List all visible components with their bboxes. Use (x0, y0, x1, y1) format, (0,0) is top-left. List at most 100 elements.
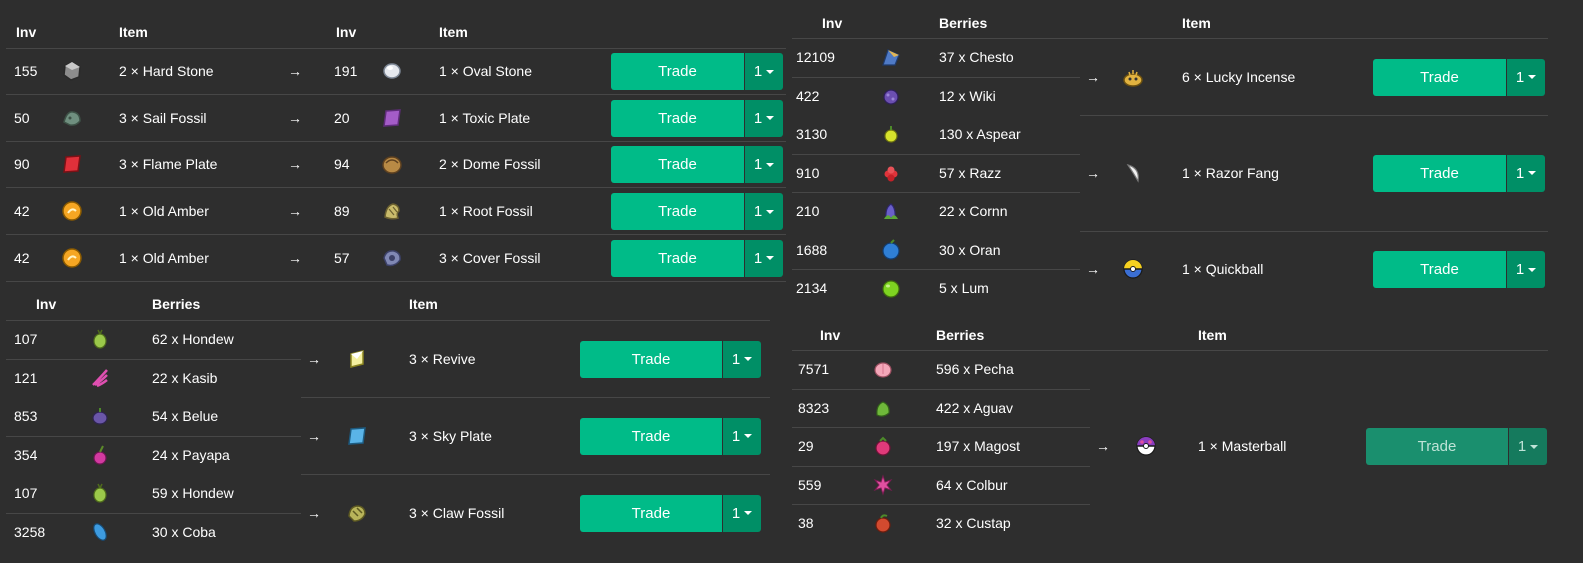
quantity-dropdown[interactable]: 1 (745, 239, 783, 277)
give-item: 2 × Hard Stone (119, 63, 214, 79)
result-item: 1 × Razor Fang (1182, 164, 1279, 181)
berry-trade-header-right-bottom: Inv Berries Item (792, 314, 1548, 351)
berry-name: 197 x Magost (936, 438, 1021, 455)
revive-icon (346, 320, 368, 397)
chesto-berry-icon (880, 38, 902, 77)
quantity-value: 1 (1515, 261, 1525, 278)
give-item: 1 × Old Amber (119, 203, 209, 220)
result-item: 3 × Sky Plate (409, 427, 492, 444)
header-inv-result: Inv (336, 24, 357, 40)
trade-button[interactable]: Trade (1373, 58, 1506, 96)
trade-button[interactable]: Trade (1373, 251, 1506, 288)
trade-button[interactable]: Trade (611, 239, 744, 277)
berry-name: 5 x Lum (939, 280, 989, 297)
berry-row: 121 22 x Kasib (6, 359, 301, 398)
inv-count: 50 (14, 109, 30, 126)
inv-count: 210 (796, 203, 820, 220)
get-item: 3 × Cover Fossil (439, 249, 541, 266)
lucky-incense-icon (1122, 38, 1144, 115)
arrow-icon: → (307, 350, 321, 367)
berry-name: 64 x Colbur (936, 476, 1008, 493)
inv-count: 1688 (796, 241, 828, 258)
inv-count: 422 (796, 87, 820, 104)
berry-name: 422 x Aguav (936, 399, 1014, 416)
berry-name: 32 x Custap (936, 515, 1011, 532)
inv-count: 3258 (14, 523, 46, 540)
quantity-dropdown[interactable]: 1 (1507, 58, 1545, 96)
item-trade-table: Inv Item Inv Item 155 2 × Hard Stone → 191 1… (6, 10, 786, 282)
inv-count: 910 (796, 164, 820, 181)
oval-stone-icon (381, 48, 403, 94)
trade-button[interactable]: Trade (580, 340, 722, 378)
quantity-dropdown[interactable]: 1 (723, 417, 761, 455)
dome-fossil-icon (381, 141, 403, 187)
caret-down-icon (766, 162, 775, 167)
quantity-dropdown[interactable]: 1 (1509, 428, 1547, 466)
caret-down-icon (766, 116, 775, 121)
inv-count: 107 (14, 331, 38, 348)
header-item: Item (1182, 15, 1211, 31)
trade-button[interactable]: Trade (611, 193, 744, 231)
inv-count: 559 (798, 476, 822, 493)
give-item: 3 × Flame Plate (119, 156, 218, 173)
caret-down-icon (744, 511, 753, 515)
caret-down-icon (766, 256, 775, 261)
berry-name: 24 x Payapa (152, 446, 230, 463)
trade-button[interactable]: Trade (611, 146, 744, 184)
inv-count: 121 (14, 369, 38, 386)
claw-fossil-icon (346, 474, 368, 551)
caret-down-icon (744, 357, 753, 361)
caret-down-icon (1528, 267, 1537, 272)
aguav-berry-icon (872, 389, 894, 428)
trade-button[interactable]: Trade (611, 53, 744, 90)
give-item: 1 × Old Amber (119, 249, 209, 266)
result-item: 6 × Lucky Incense (1182, 68, 1296, 85)
trade-result: → 6 × Lucky Incense Trade 1 (1080, 38, 1548, 116)
berry-row: 38 32 x Custap (792, 504, 1090, 543)
arrow-icon: → (288, 156, 302, 173)
quantity-dropdown[interactable]: 1 (745, 146, 783, 184)
header-inv: Inv (822, 15, 843, 31)
item-trade-header: Inv Item Inv Item (6, 10, 786, 49)
oran-berry-icon (880, 231, 902, 270)
flame-plate-icon (61, 141, 83, 187)
berry-name: 54 x Belue (152, 408, 219, 425)
trade-button[interactable]: Trade (1366, 428, 1508, 466)
berry-name: 130 x Aspear (939, 126, 1021, 143)
custap-berry-icon (872, 504, 894, 543)
berry-row: 422 12 x Wiki (792, 77, 1080, 116)
arrow-icon: → (307, 504, 321, 521)
trade-button[interactable]: Trade (580, 494, 722, 532)
quick-ball-icon (1122, 231, 1144, 308)
sky-plate-icon (346, 397, 368, 474)
table-row: 42 1 × Old Amber → 57 3 × Cover Fossil Trade 1 (6, 235, 786, 282)
table-row: 90 3 × Flame Plate → 94 2 × Dome Fossil Trade… (6, 141, 786, 189)
hondew-berry-icon (89, 474, 111, 513)
give-item: 3 × Sail Fossil (119, 109, 207, 126)
header-inv: Inv (820, 327, 841, 343)
quantity-dropdown[interactable]: 1 (1507, 251, 1545, 288)
trade-button[interactable]: Trade (611, 99, 744, 137)
quantity-dropdown[interactable]: 1 (745, 99, 783, 137)
berry-row: 3130 130 x Aspear (792, 115, 1080, 155)
get-item: 1 × Root Fossil (439, 203, 533, 220)
quantity-value: 1 (731, 350, 741, 368)
trade-result: → 3 × Revive Trade 1 (301, 320, 770, 398)
header-item: Item (1198, 327, 1227, 343)
quantity-dropdown[interactable]: 1 (745, 193, 783, 231)
caret-down-icon (744, 434, 753, 438)
quantity-dropdown[interactable]: 1 (723, 494, 761, 532)
colbur-berry-icon (872, 466, 894, 505)
quantity-value: 1 (1515, 68, 1525, 86)
berry-row: 853 54 x Belue (6, 397, 301, 437)
quantity-dropdown[interactable]: 1 (1507, 154, 1545, 192)
inv-count: 12109 (796, 49, 835, 66)
berry-row: 107 59 x Hondew (6, 474, 301, 514)
trade-button[interactable]: Trade (580, 417, 722, 455)
quantity-dropdown[interactable]: 1 (723, 340, 761, 378)
inv-count-result: 20 (334, 109, 350, 126)
result-item: 1 × Quickball (1182, 261, 1264, 277)
magost-berry-icon (872, 427, 894, 466)
quantity-dropdown[interactable]: 1 (745, 53, 783, 90)
trade-button[interactable]: Trade (1373, 154, 1506, 192)
